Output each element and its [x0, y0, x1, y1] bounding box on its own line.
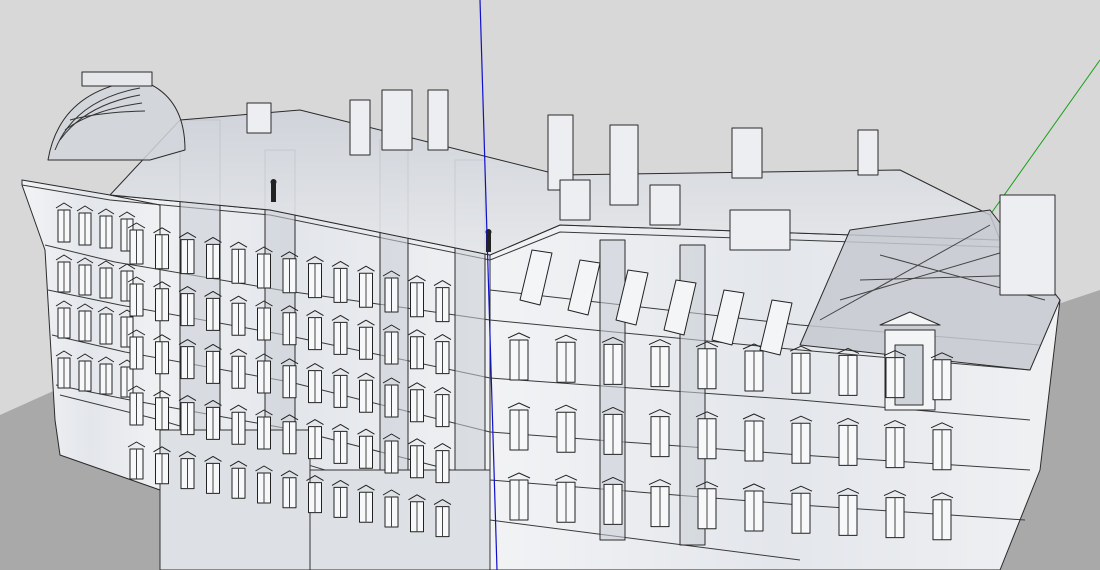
window: [648, 409, 672, 458]
window: [554, 334, 578, 383]
window: [836, 417, 860, 466]
window: [507, 472, 531, 521]
window: [742, 343, 766, 392]
window: [554, 474, 578, 523]
window: [648, 479, 672, 528]
window: [554, 404, 578, 453]
window: [695, 481, 719, 530]
window: [695, 341, 719, 390]
3d-viewport[interactable]: [0, 0, 1100, 570]
window: [601, 476, 625, 525]
window: [742, 483, 766, 532]
window: [648, 339, 672, 388]
window: [789, 415, 813, 464]
window: [601, 336, 625, 385]
window: [695, 411, 719, 460]
window: [836, 347, 860, 396]
window: [507, 402, 531, 451]
window: [742, 413, 766, 462]
window: [789, 485, 813, 534]
window: [789, 345, 813, 394]
window: [930, 422, 954, 471]
window: [930, 492, 954, 541]
window: [883, 490, 907, 539]
model-canvas[interactable]: [0, 0, 1100, 570]
window: [883, 350, 907, 399]
window: [507, 332, 531, 381]
window: [883, 420, 907, 469]
window: [836, 487, 860, 536]
window: [601, 406, 625, 455]
window: [930, 352, 954, 401]
